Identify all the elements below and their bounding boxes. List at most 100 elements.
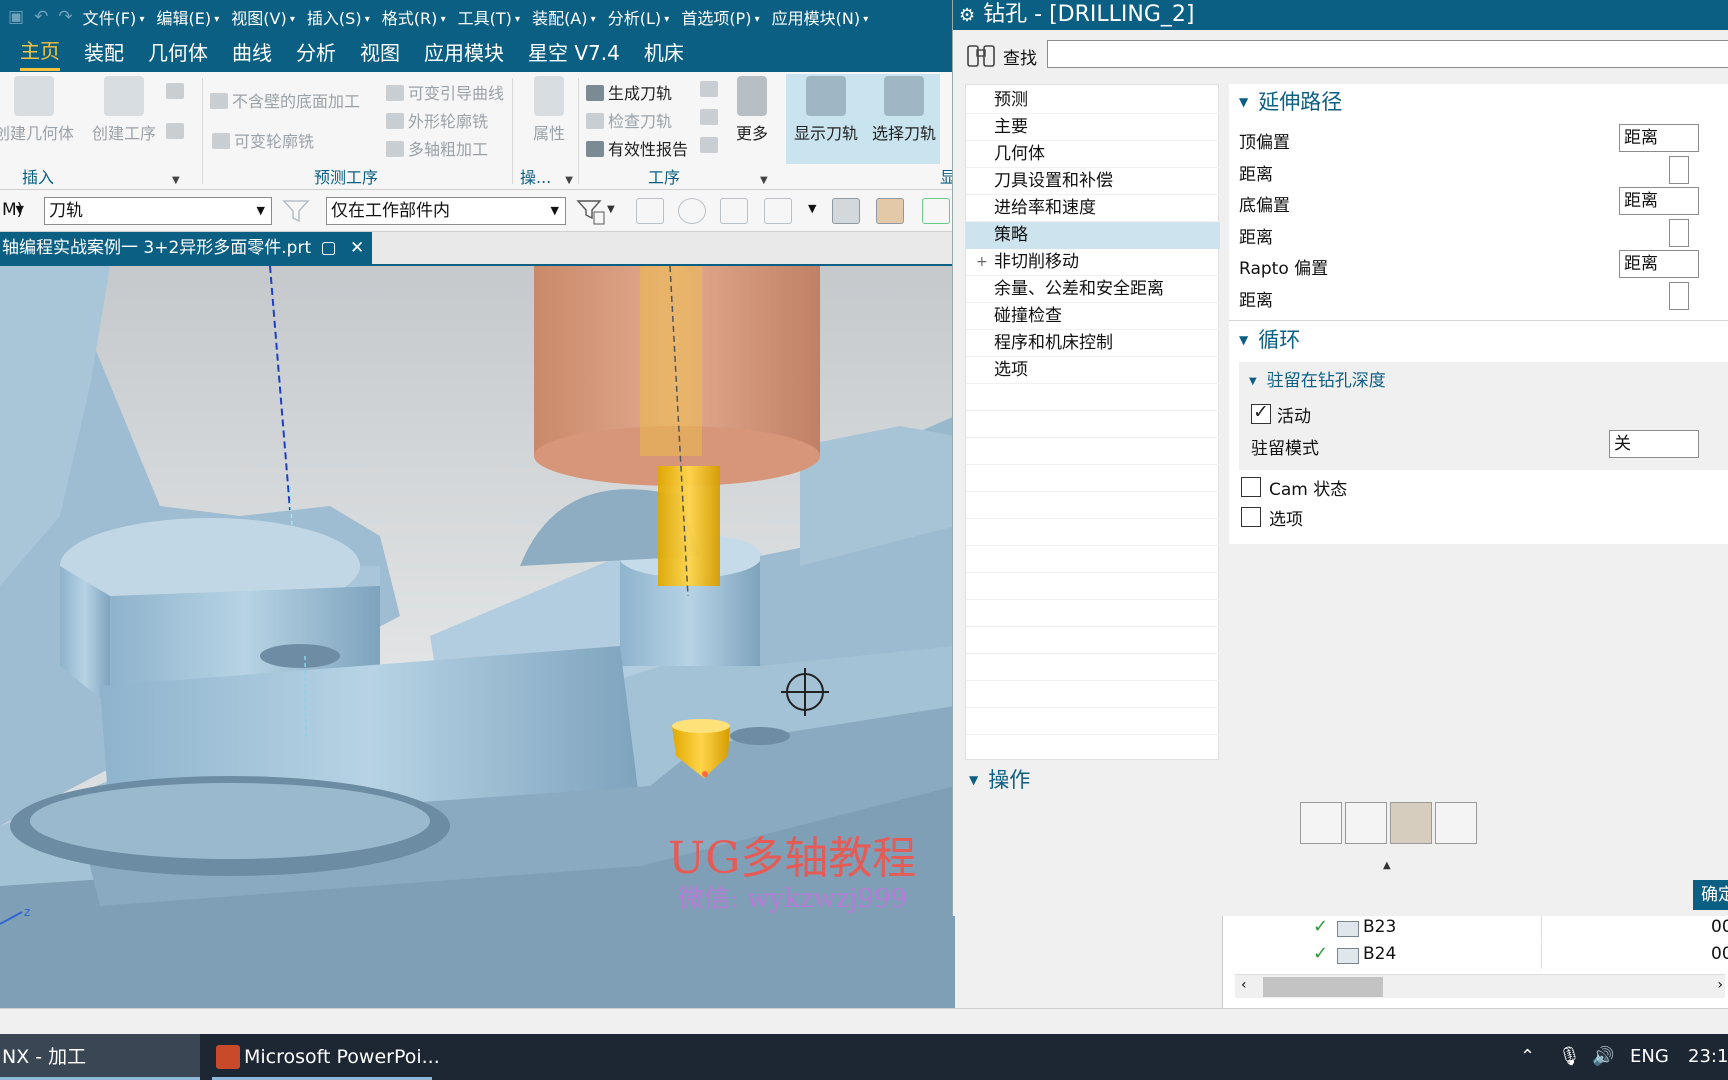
more-button[interactable]: 更多 — [714, 74, 790, 144]
dwell-mode-select[interactable]: 关 — [1609, 430, 1699, 458]
collapse-arrow-icon[interactable]: ▲ — [1383, 860, 1391, 871]
snap-dropdown-icon[interactable]: ▼ — [808, 202, 816, 215]
find-input[interactable] — [1047, 40, 1728, 68]
nav-item-collision-check[interactable]: 碰撞检查 — [966, 303, 1220, 330]
snap-b-icon[interactable] — [678, 198, 706, 224]
insert-group-label[interactable]: 插入 ▼ — [22, 164, 180, 188]
tab-assembly[interactable]: 装配 — [84, 37, 124, 70]
nav-item-main[interactable]: 主要 — [966, 114, 1220, 141]
expand-icon[interactable]: + — [976, 249, 988, 276]
replay-icon[interactable] — [1345, 802, 1387, 844]
taskbar-nx-app[interactable]: NX - 加工 — [0, 1034, 200, 1080]
nav-item-non-cutting[interactable]: + 非切削移动 — [966, 249, 1220, 276]
scope-filter-select[interactable]: 仅在工作部件内 ▼ — [326, 197, 566, 225]
tab-home[interactable]: 主页 — [20, 35, 60, 71]
shaded-view-icon[interactable] — [832, 198, 860, 224]
bottom-offset-mode-select[interactable]: 距离 — [1619, 187, 1699, 215]
ok-button[interactable]: 确定 — [1693, 880, 1728, 910]
save-icon[interactable]: ▣ — [8, 7, 24, 27]
top-offset-distance-input[interactable] — [1669, 156, 1689, 184]
generate-toolpath-button[interactable]: 生成刀轨 — [586, 80, 672, 104]
list-icon[interactable] — [1435, 802, 1477, 844]
menu-file[interactable]: 文件(F) — [83, 5, 145, 29]
filter-list-icon[interactable]: ▼ — [576, 198, 615, 225]
operation-group-label[interactable]: 工序 ▼ — [648, 164, 768, 188]
nav-item-machine-control[interactable]: 程序和机床控制 — [966, 330, 1220, 357]
redo-icon[interactable]: ↷ — [58, 7, 72, 27]
menu-view[interactable]: 视图(V) — [231, 5, 295, 29]
select-toolpath-button[interactable]: 选择刀轨 — [864, 74, 944, 144]
create-method-icon[interactable] — [166, 122, 188, 141]
wireframe-view-icon[interactable] — [876, 198, 904, 224]
tab-view[interactable]: 视图 — [360, 37, 400, 70]
tab-xingkong[interactable]: 星空 V7.4 — [528, 37, 620, 70]
nav-item-geometry[interactable]: 几何体 — [966, 141, 1220, 168]
filter-funnel-icon[interactable] — [282, 198, 310, 224]
nav-item-options[interactable]: 选项 — [966, 357, 1220, 384]
speaker-icon[interactable]: 🔊 — [1592, 1034, 1614, 1080]
tab-analysis[interactable]: 分析 — [296, 37, 336, 70]
ops-group-label[interactable]: 操... ▼ — [520, 164, 573, 188]
language-indicator[interactable]: ENG — [1630, 1034, 1669, 1080]
dialog-title-bar[interactable]: ⚙ 钻孔 - [DRILLING_2] — [953, 0, 1728, 30]
menu-analysis[interactable]: 分析(L) — [608, 5, 670, 29]
type-filter-select[interactable]: 刀轨 ▼ — [44, 197, 272, 225]
outline-profile-button[interactable]: 外形轮廓铣 — [386, 108, 488, 132]
menu-application[interactable]: 应用模块(N) — [772, 5, 869, 29]
close-tab-icon[interactable]: ✕ — [350, 238, 364, 258]
horizontal-scrollbar[interactable]: ‹ › — [1235, 974, 1725, 998]
top-offset-mode-select[interactable]: 距离 — [1619, 124, 1699, 152]
options-checkbox[interactable] — [1241, 507, 1261, 527]
scroll-right-icon[interactable]: › — [1717, 977, 1723, 993]
snap-a-icon[interactable] — [636, 198, 664, 224]
active-checkbox[interactable] — [1251, 401, 1271, 424]
snap-d-icon[interactable] — [764, 198, 792, 224]
extend-path-section[interactable]: ▼ 延伸路径 — [1239, 86, 1342, 116]
snap-c-icon[interactable] — [720, 198, 748, 224]
scroll-left-icon[interactable]: ‹ — [1241, 977, 1247, 993]
operations-section[interactable]: ▼ 操作 — [969, 764, 1030, 794]
scroll-thumb[interactable] — [1263, 977, 1383, 997]
tab-machine[interactable]: 机床 — [644, 37, 684, 70]
verify-icon[interactable] — [1390, 802, 1432, 844]
tray-chevron-icon[interactable]: ⌃ — [1520, 1034, 1535, 1080]
tab-application[interactable]: 应用模块 — [424, 37, 504, 70]
cam-state-checkbox[interactable] — [1241, 477, 1261, 497]
undo-icon[interactable]: ↶ — [34, 7, 48, 27]
clock[interactable]: 23:19 — [1688, 1034, 1728, 1080]
rapto-offset-distance-input[interactable] — [1669, 282, 1689, 310]
wcs-icon[interactable] — [922, 198, 950, 224]
cycle-section[interactable]: ▼ 循环 — [1239, 324, 1300, 354]
menu-selector[interactable]: M) ▼ — [0, 197, 30, 225]
variable-guide-curve-button[interactable]: 可变引导曲线 — [386, 80, 504, 104]
table-row[interactable]: ✓ B23 00 — [1223, 916, 1728, 942]
nav-item-stock-tolerance[interactable]: 余量、公差和安全距离 — [966, 276, 1220, 303]
generate-icon[interactable] — [1300, 802, 1342, 844]
validity-report-button[interactable]: 有效性报告 — [586, 136, 688, 160]
menu-format[interactable]: 格式(R) — [382, 5, 446, 29]
bottom-offset-distance-input[interactable] — [1669, 219, 1689, 247]
create-operation-button[interactable]: 创建工序 — [84, 74, 164, 144]
graphics-viewport[interactable]: z UG多轴教程 微信: wykzwzj999 — [0, 266, 955, 1008]
nav-item-feeds-speeds[interactable]: 进给率和速度 — [966, 195, 1220, 222]
menu-insert[interactable]: 插入(S) — [307, 5, 370, 29]
menu-tools[interactable]: 工具(T) — [458, 5, 520, 29]
rapto-offset-mode-select[interactable]: 距离 — [1619, 250, 1699, 278]
create-tool-icon[interactable] — [166, 82, 188, 101]
variable-contour-button[interactable]: 可变轮廓铣 — [212, 128, 314, 152]
create-geometry-button[interactable]: 创建几何体 — [0, 74, 74, 144]
menu-assembly[interactable]: 装配(A) — [532, 5, 596, 29]
nav-item-strategy[interactable]: 策略 — [966, 222, 1220, 249]
taskbar-powerpoint-app[interactable]: Microsoft PowerPoi... — [212, 1034, 440, 1080]
no-wall-floor-button[interactable]: 不含壁的底面加工 — [210, 88, 360, 112]
menu-preferences[interactable]: 首选项(P) — [681, 5, 759, 29]
show-toolpath-button[interactable]: 显示刀轨 — [786, 74, 866, 144]
verify-toolpath-button[interactable]: 检查刀轨 — [586, 108, 672, 132]
microphone-icon[interactable]: 🎙 — [1558, 1034, 1581, 1080]
tab-geometry[interactable]: 几何体 — [148, 37, 208, 70]
menu-edit[interactable]: 编辑(E) — [156, 5, 219, 29]
multi-axis-rough-button[interactable]: 多轴粗加工 — [386, 136, 488, 160]
dwell-at-depth-header[interactable]: ▼ 驻留在钻孔深度 — [1249, 366, 1386, 391]
nav-item-preview[interactable]: 预测 — [966, 87, 1220, 114]
tab-curve[interactable]: 曲线 — [232, 37, 272, 70]
